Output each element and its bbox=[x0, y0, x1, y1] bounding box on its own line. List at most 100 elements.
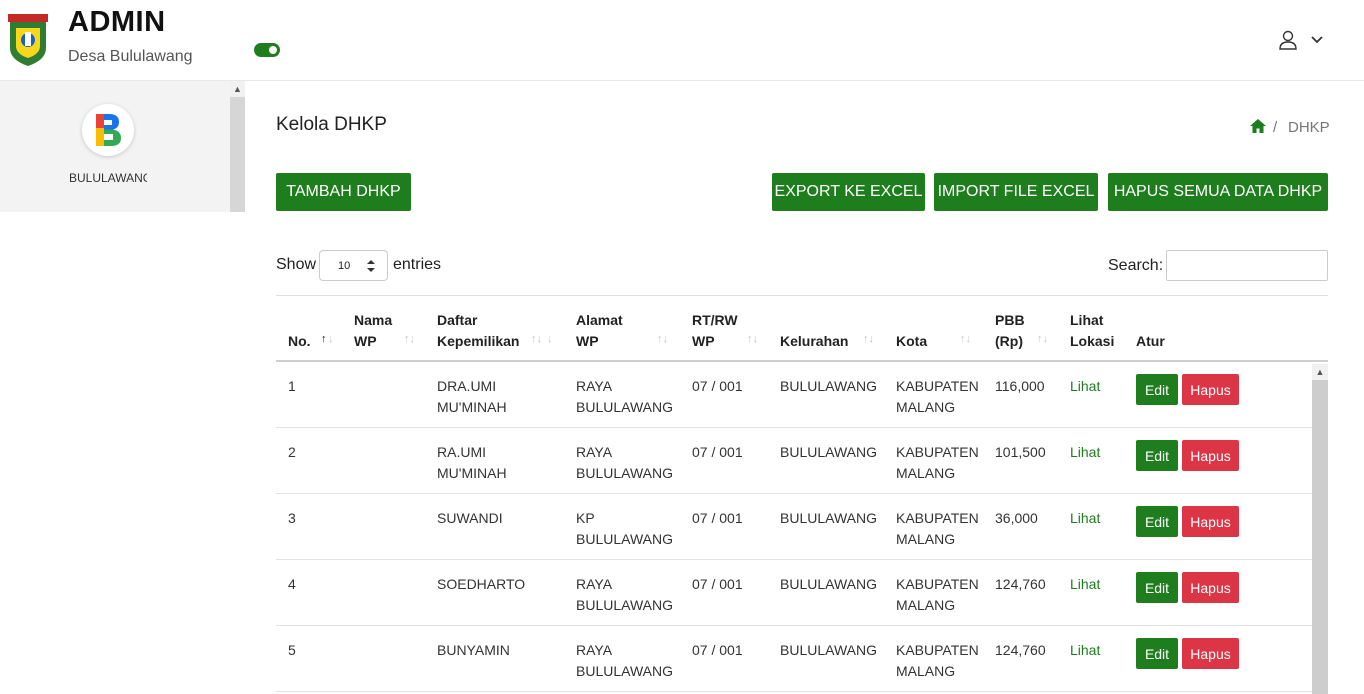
delete-all-dhkp-button[interactable]: HAPUS SEMUA DATA DHKP bbox=[1108, 173, 1328, 211]
cell-daftar: SUWANDI bbox=[437, 508, 503, 529]
delete-button[interactable]: Hapus bbox=[1182, 440, 1239, 471]
col-kota[interactable]: Kota bbox=[896, 331, 927, 352]
col-atur: Atur bbox=[1136, 333, 1165, 349]
cell-alamat: KP BULULAWANG bbox=[576, 508, 673, 550]
theme-toggle[interactable] bbox=[254, 43, 280, 57]
home-icon[interactable] bbox=[1250, 119, 1266, 133]
delete-button[interactable]: Hapus bbox=[1182, 506, 1239, 537]
cell-kota: KABUPATEN MALANG bbox=[896, 376, 979, 418]
table-row: 2 RA.UMI MU'MINAH RAYA BULULAWANG 07 / 001… bbox=[276, 428, 1312, 494]
cell-kota-line1: KABUPATEN bbox=[896, 642, 979, 658]
sort-icon[interactable]: ↑↓ bbox=[863, 333, 874, 345]
cell-kelurahan: BULULAWANG bbox=[780, 378, 877, 394]
cell-alamat-line2: BULULAWANG bbox=[576, 531, 673, 547]
brand-b-icon bbox=[96, 114, 121, 146]
view-location-link[interactable]: Lihat bbox=[1070, 442, 1100, 463]
cell-no: 1 bbox=[288, 378, 296, 394]
user-icon[interactable] bbox=[1278, 30, 1298, 50]
col-nama-line1: Nama bbox=[354, 312, 393, 328]
view-location-link[interactable]: Lihat bbox=[1070, 574, 1100, 595]
cell-daftar-line1: DRA.UMI bbox=[437, 378, 497, 394]
view-location-link[interactable]: Lihat bbox=[1070, 640, 1100, 661]
cell-daftar: RA.UMI MU'MINAH bbox=[437, 442, 507, 484]
cell-alamat: RAYA BULULAWANG bbox=[576, 442, 673, 484]
edit-button[interactable]: Edit bbox=[1136, 638, 1178, 669]
page-title: Kelola DHKP bbox=[276, 114, 387, 135]
col-alamat-wp[interactable]: Alamat WP bbox=[576, 310, 623, 352]
scroll-up-arrow-icon[interactable]: ▲ bbox=[230, 81, 245, 97]
sort-icon[interactable]: ↑↓ bbox=[1037, 333, 1048, 345]
regency-logo bbox=[8, 14, 48, 66]
cell-rtrw: 07 / 001 bbox=[692, 378, 743, 394]
sort-icon[interactable]: ↓ bbox=[328, 333, 334, 345]
export-excel-button[interactable]: EXPORT KE EXCEL bbox=[772, 173, 925, 211]
col-pbb[interactable]: PBB (Rp) bbox=[995, 310, 1025, 352]
sidebar-scrollbar[interactable]: ▲ bbox=[230, 81, 245, 212]
cell-kota-line2: MALANG bbox=[896, 663, 956, 679]
show-label: Show bbox=[276, 256, 317, 273]
cell-daftar-line2: MU'MINAH bbox=[437, 399, 507, 415]
cell-rtrw: 07 / 001 bbox=[692, 576, 743, 592]
sort-icon[interactable]: ↓ bbox=[547, 333, 553, 345]
search-input[interactable] bbox=[1166, 250, 1328, 281]
table-header: No. ↑ ↓ Nama WP ↑↓ Daftar Kepemilikan ↑↓ ↓ A… bbox=[276, 295, 1328, 362]
edit-button[interactable]: Edit bbox=[1136, 374, 1178, 405]
view-location-link[interactable]: Lihat bbox=[1070, 508, 1100, 529]
cell-kelurahan: BULULAWANG bbox=[780, 642, 877, 658]
cell-rtrw: 07 / 001 bbox=[692, 444, 743, 460]
add-dhkp-button[interactable]: TAMBAH DHKP bbox=[276, 173, 411, 211]
cell-pbb: 124,760 bbox=[995, 576, 1046, 592]
cell-kota: KABUPATEN MALANG bbox=[896, 574, 979, 616]
col-nama-line2: WP bbox=[354, 333, 377, 349]
import-excel-button[interactable]: IMPORT FILE EXCEL bbox=[934, 173, 1098, 211]
cell-no: 3 bbox=[288, 510, 296, 526]
cell-daftar: SOEDHARTO bbox=[437, 574, 525, 595]
view-location-link[interactable]: Lihat bbox=[1070, 376, 1100, 397]
sort-icon[interactable]: ↑↓ bbox=[747, 333, 758, 345]
cell-no: 2 bbox=[288, 444, 296, 460]
cell-kota-line2: MALANG bbox=[896, 465, 956, 481]
col-no[interactable]: No. bbox=[288, 331, 311, 352]
col-daftar-line2: Kepemilikan bbox=[437, 333, 520, 349]
cell-daftar-line1: BUNYAMIN bbox=[437, 642, 510, 658]
table-scrollbar[interactable]: ▲ bbox=[1312, 364, 1328, 694]
cell-kota-line1: KABUPATEN bbox=[896, 510, 979, 526]
edit-button[interactable]: Edit bbox=[1136, 440, 1178, 471]
cell-kota-line2: MALANG bbox=[896, 399, 956, 415]
table-body: 1 DRA.UMI MU'MINAH RAYA BULULAWANG 07 / 00… bbox=[276, 362, 1328, 694]
col-pbb-line1: PBB bbox=[995, 312, 1025, 328]
delete-button[interactable]: Hapus bbox=[1182, 638, 1239, 669]
sort-icon[interactable]: ↑↓ bbox=[531, 333, 542, 345]
select-arrows-icon bbox=[367, 260, 375, 272]
cell-kota-line1: KABUPATEN bbox=[896, 444, 979, 460]
cell-kota-line2: MALANG bbox=[896, 531, 956, 547]
entries-select[interactable]: 10 bbox=[319, 250, 388, 281]
search-label: Search: bbox=[1108, 257, 1164, 274]
col-kelurahan[interactable]: Kelurahan bbox=[780, 331, 848, 352]
cell-kota-line1: KABUPATEN bbox=[896, 378, 979, 394]
cell-pbb: 101,500 bbox=[995, 444, 1046, 460]
col-daftar-kepemilikan[interactable]: Daftar Kepemilikan bbox=[437, 310, 519, 352]
chevron-down-icon[interactable] bbox=[1310, 33, 1324, 47]
edit-button[interactable]: Edit bbox=[1136, 506, 1178, 537]
delete-button[interactable]: Hapus bbox=[1182, 572, 1239, 603]
app-subtitle: Desa Bululawang bbox=[68, 48, 193, 65]
sort-icon[interactable]: ↑↓ bbox=[404, 333, 415, 345]
cell-no: 5 bbox=[288, 642, 296, 658]
sidebar-label[interactable]: BULULAWANG bbox=[69, 171, 147, 185]
sort-asc-icon[interactable]: ↑ bbox=[321, 333, 327, 345]
col-daftar-line1: Daftar bbox=[437, 312, 478, 328]
cell-alamat: RAYA BULULAWANG bbox=[576, 574, 673, 616]
edit-button[interactable]: Edit bbox=[1136, 572, 1178, 603]
cell-daftar-line2: MU'MINAH bbox=[437, 465, 507, 481]
cell-alamat-line2: BULULAWANG bbox=[576, 465, 673, 481]
col-nama-wp[interactable]: Nama WP bbox=[354, 310, 392, 352]
delete-button[interactable]: Hapus bbox=[1182, 374, 1239, 405]
col-rtrw-wp[interactable]: RT/RW WP bbox=[692, 310, 738, 352]
sort-icon[interactable]: ↑↓ bbox=[657, 333, 668, 345]
col-lihat-lokasi: Lihat Lokasi bbox=[1070, 310, 1114, 352]
cell-pbb: 124,760 bbox=[995, 642, 1046, 658]
cell-pbb: 36,000 bbox=[995, 510, 1038, 526]
scroll-up-arrow-icon[interactable]: ▲ bbox=[1312, 364, 1328, 380]
sort-icon[interactable]: ↑↓ bbox=[960, 333, 971, 345]
